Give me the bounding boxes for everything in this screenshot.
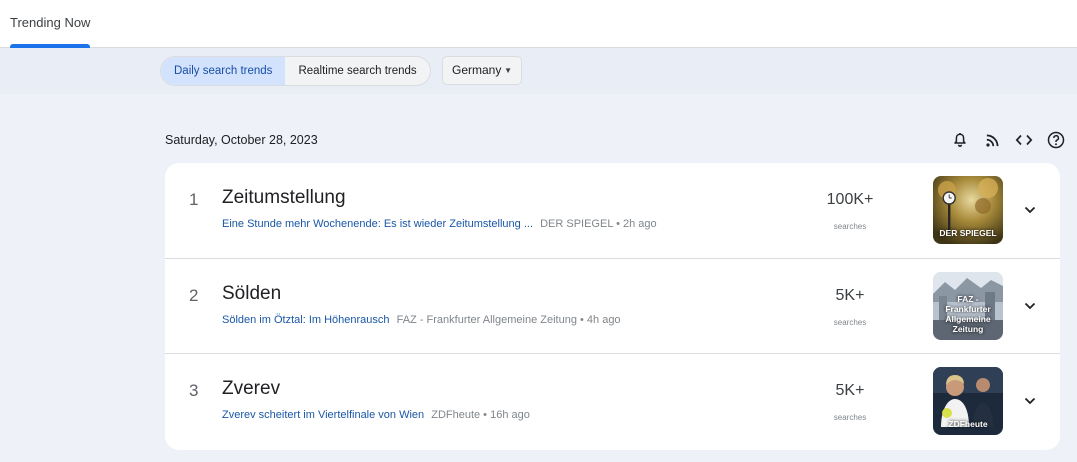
top-bar: Trending Now [0, 0, 1077, 48]
filter-bar: Daily search trends Realtime search tren… [0, 48, 1077, 94]
trend-row[interactable]: 3 Zverev Zverev scheitert im Viertelfina… [165, 353, 1060, 448]
trend-article: Zverev scheitert im Viertelfinale von Wi… [222, 409, 530, 421]
thumbnail-source-label: DER SPIEGEL [939, 228, 997, 238]
article-thumbnail[interactable]: ZDFheute [933, 367, 1003, 435]
trend-article: Eine Stunde mehr Wochenende: Es ist wied… [222, 218, 657, 230]
search-count-label: searches [833, 318, 867, 327]
trend-type-toggle: Daily search trends Realtime search tren… [160, 56, 431, 86]
trend-row[interactable]: 2 Sölden Sölden im Ötztal: Im Höhenrausc… [165, 258, 1060, 353]
trend-row[interactable]: 1 Zeitumstellung Eine Stunde mehr Wochen… [165, 163, 1060, 258]
search-count-label: searches [833, 413, 867, 422]
trend-rank: 2 [189, 286, 199, 305]
search-count: 5K+ [835, 287, 865, 304]
article-link[interactable]: Zverev scheitert im Viertelfinale von Wi… [222, 409, 424, 421]
toolbar-icons [944, 129, 1072, 151]
search-count-label: searches [833, 222, 867, 231]
expand-chevron-icon[interactable] [1019, 295, 1041, 317]
trend-title[interactable]: Zeitumstellung [222, 187, 346, 209]
rss-icon[interactable] [976, 129, 1008, 151]
trends-list: 1 Zeitumstellung Eine Stunde mehr Wochen… [165, 163, 1060, 450]
trend-article: Sölden im Ötztal: Im Höhenrausch FAZ - F… [222, 314, 621, 326]
realtime-search-trends-button[interactable]: Realtime search trends [285, 57, 429, 85]
expand-chevron-icon[interactable] [1019, 199, 1041, 221]
caret-down-icon: ▼ [504, 66, 512, 75]
tab-trending-now[interactable]: Trending Now [10, 0, 90, 48]
article-source: FAZ - Frankfurter Allgemeine Zeitung • 4… [396, 314, 621, 326]
thumbnail-source-label: ZDFheute [948, 419, 988, 429]
trend-rank: 1 [189, 190, 199, 209]
article-link[interactable]: Sölden im Ötztal: Im Höhenrausch [222, 314, 390, 326]
trend-title[interactable]: Sölden [222, 283, 281, 305]
article-source: DER SPIEGEL • 2h ago [540, 218, 657, 230]
code-icon[interactable] [1008, 129, 1040, 151]
search-count: 100K+ [826, 191, 874, 208]
help-icon[interactable] [1040, 129, 1072, 151]
article-source: ZDFheute • 16h ago [431, 409, 530, 421]
daily-search-trends-button[interactable]: Daily search trends [161, 57, 286, 85]
bell-icon[interactable] [944, 129, 976, 151]
date-heading: Saturday, October 28, 2023 [165, 133, 318, 147]
trend-title[interactable]: Zverev [222, 378, 280, 400]
expand-chevron-icon[interactable] [1019, 390, 1041, 412]
country-select[interactable]: Germany ▼ [442, 56, 522, 85]
country-select-value: Germany [452, 63, 502, 77]
article-link[interactable]: Eine Stunde mehr Wochenende: Es ist wied… [222, 218, 533, 230]
article-thumbnail[interactable]: DER SPIEGEL [933, 176, 1003, 244]
trend-rank: 3 [189, 381, 199, 400]
search-count: 5K+ [835, 382, 865, 399]
thumbnail-source-label: FAZ - Frankfurter Allgemeine Zeitung [945, 294, 991, 334]
article-thumbnail[interactable]: FAZ - Frankfurter Allgemeine Zeitung [933, 272, 1003, 340]
